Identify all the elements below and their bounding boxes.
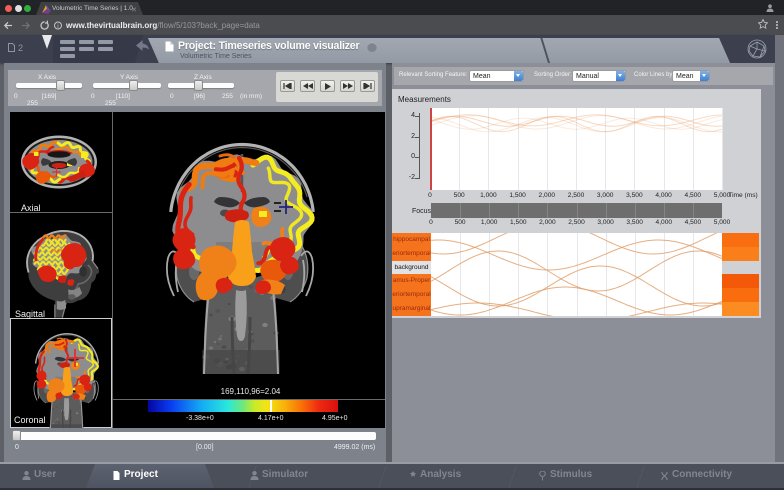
svg-text:i: i — [57, 23, 58, 30]
